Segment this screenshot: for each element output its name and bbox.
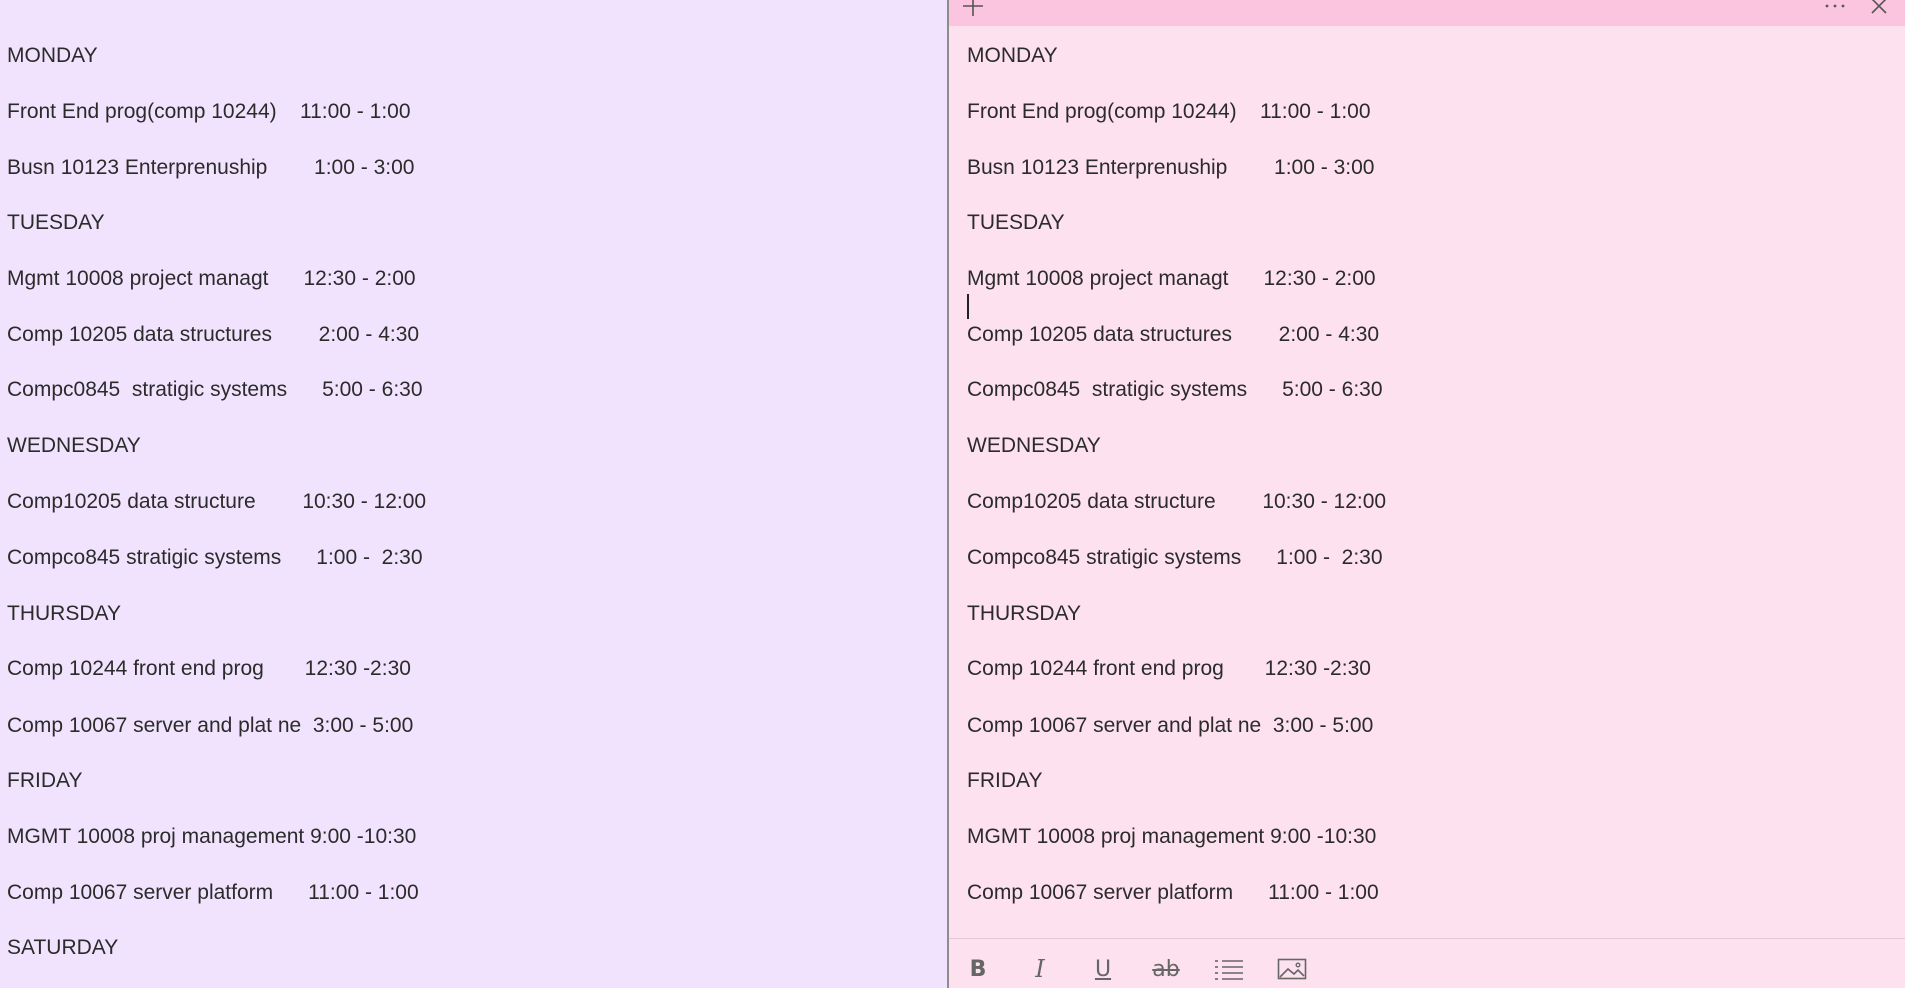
note-line[interactable]: Busn 10123 Enterprenuship 1:00 - 3:00 bbox=[967, 155, 1374, 181]
note-line[interactable]: Compco845 stratigic systems 1:00 - 2:30 bbox=[967, 545, 1383, 571]
bullet-list-icon bbox=[1215, 960, 1243, 980]
note-line[interactable]: Comp10205 data structure 10:30 - 12:00 bbox=[967, 489, 1386, 515]
strikethrough-button[interactable]: ab bbox=[1146, 951, 1186, 987]
note-line[interactable]: THURSDAY bbox=[967, 601, 1081, 627]
note-line[interactable]: Comp 10067 server and plat ne 3:00 - 5:0… bbox=[7, 713, 413, 739]
note-line[interactable]: Front End prog(comp 10244) 11:00 - 1:00 bbox=[7, 99, 411, 125]
note-line[interactable]: TUESDAY bbox=[7, 210, 105, 236]
note-line[interactable]: TUESDAY bbox=[967, 210, 1065, 236]
note-line[interactable]: Busn 10123 Enterprenuship 1:00 - 3:00 bbox=[7, 155, 414, 181]
note-line[interactable]: Comp 10205 data structures 2:00 - 4:30 bbox=[7, 322, 419, 348]
underline-button[interactable]: U bbox=[1083, 951, 1123, 987]
note-line[interactable]: Comp 10244 front end prog 12:30 -2:30 bbox=[967, 656, 1371, 682]
note-line[interactable]: Compc0845 stratigic systems 5:00 - 6:30 bbox=[7, 377, 423, 403]
text-caret bbox=[967, 294, 969, 319]
note-line[interactable]: MONDAY bbox=[967, 43, 1058, 69]
note-line[interactable]: Mgmt 10008 project managt 12:30 - 2:00 bbox=[7, 266, 416, 292]
note-line[interactable]: THURSDAY bbox=[7, 601, 121, 627]
note-line[interactable]: MGMT 10008 proj management 9:00 -10:30 bbox=[7, 824, 416, 850]
image-icon bbox=[1277, 958, 1307, 980]
bold-icon: B bbox=[969, 956, 987, 982]
note-line[interactable]: Comp10205 data structure 10:30 - 12:00 bbox=[7, 489, 426, 515]
close-icon[interactable] bbox=[1865, 0, 1893, 18]
underline-icon: U bbox=[1094, 956, 1112, 982]
note-line[interactable]: Comp 10067 server and plat ne 3:00 - 5:0… bbox=[967, 713, 1373, 739]
note-line[interactable]: Front End prog(comp 10244) 11:00 - 1:00 bbox=[967, 99, 1371, 125]
note-line[interactable]: Compc0845 stratigic systems 5:00 - 6:30 bbox=[967, 377, 1383, 403]
note-line[interactable]: MONDAY bbox=[7, 43, 98, 69]
italic-icon: I bbox=[1035, 955, 1045, 983]
note-line[interactable]: MGMT 10008 proj management 9:00 -10:30 bbox=[967, 824, 1376, 850]
more-icon[interactable] bbox=[1821, 0, 1849, 18]
italic-button[interactable]: I bbox=[1020, 951, 1060, 987]
strikethrough-icon: ab bbox=[1152, 956, 1180, 982]
note-line[interactable]: WEDNESDAY bbox=[7, 433, 141, 459]
formatting-toolbar: B I U ab bbox=[949, 938, 1905, 989]
note-line[interactable]: FRIDAY bbox=[967, 768, 1042, 794]
note-line[interactable]: Comp 10067 server platform 11:00 - 1:00 bbox=[967, 880, 1379, 906]
sticky-note-purple[interactable]: MONDAY Front End prog(comp 10244) 11:00 … bbox=[0, 0, 947, 988]
note-line[interactable]: Mgmt 10008 project managt 12:30 - 2:00 bbox=[967, 266, 1376, 292]
note-line[interactable]: Comp 10244 front end prog 12:30 -2:30 bbox=[7, 656, 411, 682]
plus-icon[interactable] bbox=[959, 0, 987, 18]
note-line[interactable]: WEDNESDAY bbox=[967, 433, 1101, 459]
insert-image-button[interactable] bbox=[1272, 951, 1312, 987]
note-line[interactable]: FRIDAY bbox=[7, 768, 82, 794]
note-line[interactable]: Compco845 stratigic systems 1:00 - 2:30 bbox=[7, 545, 423, 571]
note-line[interactable]: Comp 10205 data structures 2:00 - 4:30 bbox=[967, 322, 1379, 348]
bullet-list-button[interactable] bbox=[1209, 951, 1249, 987]
note-line[interactable]: Comp 10067 server platform 11:00 - 1:00 bbox=[7, 880, 419, 906]
bold-button[interactable]: B bbox=[958, 951, 998, 987]
sticky-note-pink[interactable]: MONDAY Front End prog(comp 10244) 11:00 … bbox=[947, 0, 1905, 988]
note-line[interactable]: SATURDAY bbox=[7, 935, 118, 961]
note-title-bar[interactable] bbox=[949, 0, 1905, 26]
